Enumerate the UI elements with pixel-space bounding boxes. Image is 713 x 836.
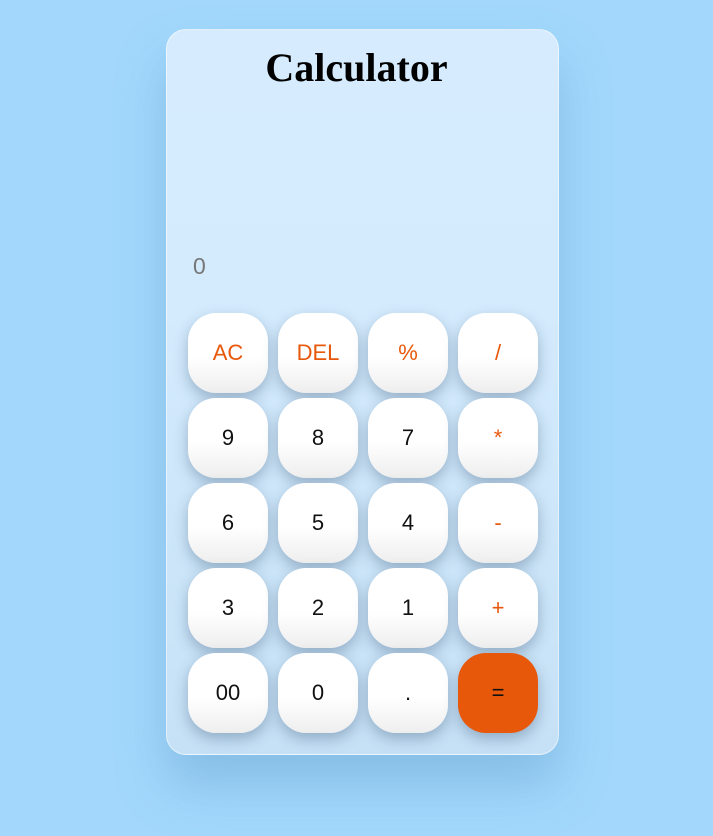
digit-2-button[interactable]: 2 [278, 568, 358, 648]
digit-9-button[interactable]: 9 [188, 398, 268, 478]
digit-6-button[interactable]: 6 [188, 483, 268, 563]
add-button[interactable]: + [458, 568, 538, 648]
equals-button[interactable]: = [458, 653, 538, 733]
digit-0-button[interactable]: 0 [278, 653, 358, 733]
subtract-button[interactable]: - [458, 483, 538, 563]
multiply-button[interactable]: * [458, 398, 538, 478]
digit-7-button[interactable]: 7 [368, 398, 448, 478]
all-clear-button[interactable]: AC [188, 313, 268, 393]
calculator-display: 0 [193, 253, 206, 279]
digit-1-button[interactable]: 1 [368, 568, 448, 648]
digit-3-button[interactable]: 3 [188, 568, 268, 648]
keypad: AC DEL % / 9 8 7 * 6 5 4 - 3 2 1 + 00 0 … [188, 313, 538, 733]
digit-5-button[interactable]: 5 [278, 483, 358, 563]
double-zero-button[interactable]: 00 [188, 653, 268, 733]
digit-4-button[interactable]: 4 [368, 483, 448, 563]
digit-8-button[interactable]: 8 [278, 398, 358, 478]
percent-button[interactable]: % [368, 313, 448, 393]
page-title: Calculator [265, 45, 448, 90]
delete-button[interactable]: DEL [278, 313, 358, 393]
decimal-point-button[interactable]: . [368, 653, 448, 733]
divide-button[interactable]: / [458, 313, 538, 393]
